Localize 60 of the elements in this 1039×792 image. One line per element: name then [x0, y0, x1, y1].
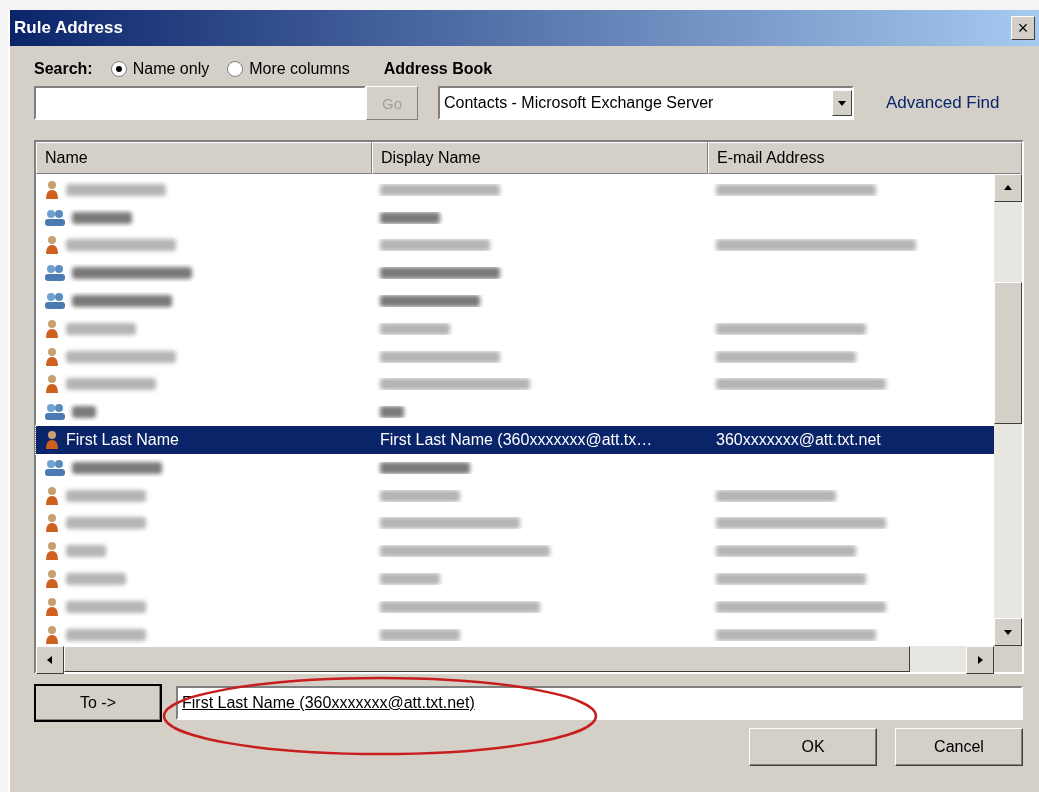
address-book-dropdown[interactable]: Contacts - Microsoft Exchange Server [438, 86, 854, 120]
person-icon [44, 346, 60, 367]
address-book-label: Address Book [383, 60, 493, 78]
scroll-down-button[interactable] [994, 618, 1022, 646]
search-radio[interactable]: More columns [227, 60, 350, 78]
blurred-text [380, 573, 440, 586]
person-icon [44, 374, 60, 395]
person-icon [44, 513, 60, 534]
group-icon [44, 264, 66, 283]
column-header[interactable]: Name [36, 142, 372, 174]
column-header[interactable]: E-mail Address [708, 142, 1022, 174]
person-icon [44, 541, 60, 562]
person-icon [44, 318, 60, 339]
blurred-text [66, 322, 136, 335]
blurred-text [66, 545, 106, 558]
scroll-left-button[interactable] [36, 646, 64, 674]
person-icon [44, 624, 60, 645]
person-icon [44, 569, 60, 590]
dialog-button[interactable]: Cancel [895, 728, 1023, 766]
window-title: Rule Address [14, 18, 123, 38]
scroll-up-button[interactable] [994, 174, 1022, 202]
table-cell: First Last Name [36, 430, 372, 451]
right-arrow-icon [975, 655, 985, 665]
radio-button[interactable] [227, 61, 244, 77]
group-icon [44, 208, 66, 227]
person-icon [44, 179, 60, 200]
group-icon [44, 292, 66, 311]
search-radio[interactable]: Name only [110, 60, 210, 78]
table-cell-text: 360xxxxxxx@att.txt.net [715, 431, 882, 450]
scroll-right-button[interactable] [966, 646, 994, 674]
caret-icon [837, 98, 847, 108]
blurred-text [72, 406, 96, 419]
group-icon [44, 458, 66, 477]
column-header[interactable]: Display Name [372, 142, 708, 174]
blurred-text [380, 322, 450, 335]
person-icon [44, 596, 60, 617]
search-field[interactable] [34, 86, 366, 120]
up-arrow-icon [1003, 183, 1013, 193]
down-arrow-icon [1003, 627, 1013, 637]
blurred-text [66, 573, 126, 586]
dialog-button[interactable]: OK [749, 728, 877, 766]
person-icon [44, 235, 60, 256]
blurred-text [72, 211, 132, 224]
contact-row[interactable]: First Last Name First Last Name (360xxxxxxx@att.tx… 360xxxxxxx@att.txt.net [36, 426, 994, 454]
left-arrow-icon [45, 655, 55, 665]
scrollbar-thumb[interactable] [994, 282, 1022, 424]
table-cell-text: First Last Name (360xxxxxxx@att.tx… [379, 431, 654, 450]
blurred-text [380, 211, 440, 224]
scrollbar-corner [994, 646, 1022, 672]
person-icon [44, 430, 60, 451]
radio-button[interactable] [110, 61, 127, 77]
recipient-field[interactable]: First Last Name (360xxxxxxx@att.txt.net) [176, 686, 1023, 720]
search-label: Search: [34, 60, 93, 78]
close-button[interactable]: × [1011, 16, 1035, 40]
group-icon [44, 403, 66, 422]
to-button[interactable]: To -> [34, 684, 162, 722]
advanced-find-link[interactable]: Advanced Find [886, 93, 1000, 113]
person-icon [44, 485, 60, 506]
scrollbar-thumb[interactable] [64, 646, 910, 672]
blurred-text [380, 406, 404, 419]
